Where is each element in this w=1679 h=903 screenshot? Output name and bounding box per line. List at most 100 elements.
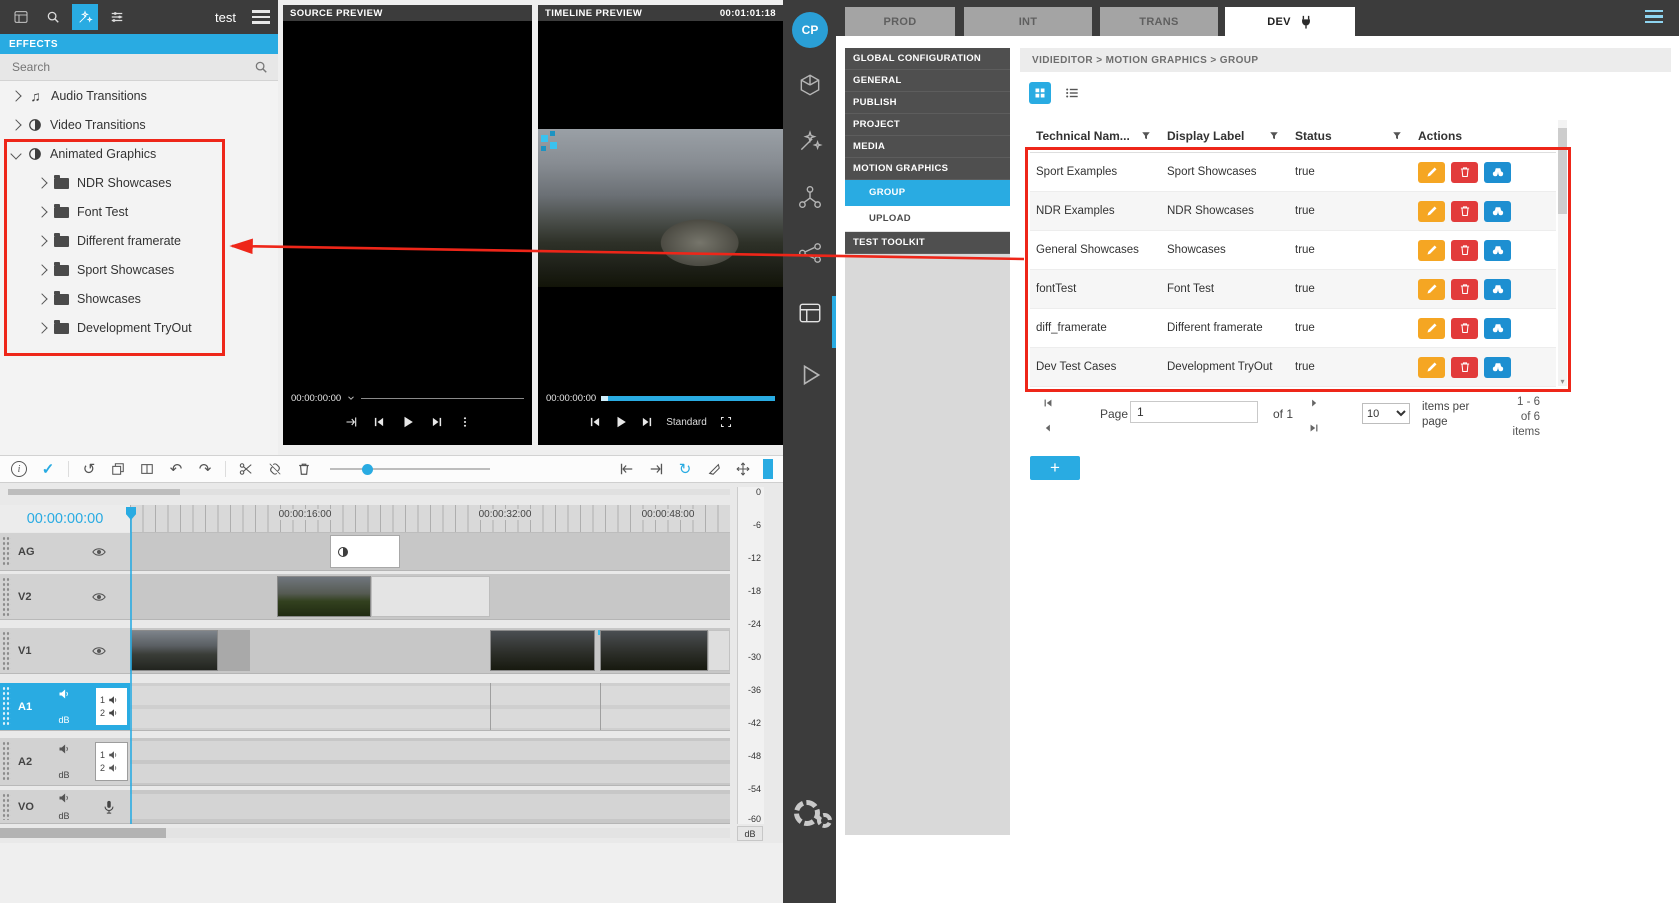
- align-right-icon[interactable]: [647, 460, 665, 478]
- play-icon[interactable]: [614, 415, 628, 429]
- tab-int[interactable]: INT: [964, 7, 1092, 36]
- track-header-v1[interactable]: V1: [0, 628, 130, 674]
- drag-handle-icon[interactable]: [2, 577, 11, 616]
- skip-end-icon[interactable]: [641, 416, 653, 428]
- trash-icon[interactable]: [295, 460, 313, 478]
- delete-button[interactable]: [1451, 240, 1478, 261]
- track-content-a2[interactable]: [130, 738, 730, 786]
- player-icon[interactable]: [797, 362, 823, 388]
- nav-media[interactable]: MEDIA: [845, 136, 1010, 158]
- speaker-icon[interactable]: [58, 688, 70, 700]
- nav-publish[interactable]: PUBLISH: [845, 92, 1010, 114]
- filter-funnel-icon[interactable]: [1392, 131, 1402, 141]
- nav-motion-graphics[interactable]: MOTION GRAPHICS: [845, 158, 1010, 180]
- column-header-status[interactable]: Status: [1289, 129, 1412, 143]
- effects-tool-icon[interactable]: [72, 4, 98, 30]
- assets-cube-icon[interactable]: [797, 72, 823, 98]
- tree-item-audio-transitions[interactable]: ♫ Audio Transitions: [0, 81, 278, 110]
- table-row[interactable]: General Showcases Showcases true: [1030, 231, 1556, 270]
- channel-box[interactable]: 1 2: [95, 742, 128, 781]
- chevron-right-icon[interactable]: [10, 119, 21, 130]
- edit-button[interactable]: [1418, 318, 1445, 339]
- redo-icon[interactable]: ↷: [196, 460, 214, 478]
- nav-upload[interactable]: UPLOAD: [845, 206, 1010, 232]
- nav-group[interactable]: GROUP: [845, 180, 1010, 206]
- grid-view-button[interactable]: [1029, 82, 1051, 104]
- timeline-preview-progress-bar[interactable]: [601, 396, 775, 401]
- sliders-icon[interactable]: [104, 4, 130, 30]
- flow-icon[interactable]: [797, 240, 823, 266]
- delete-button[interactable]: [1451, 201, 1478, 222]
- chevron-right-icon[interactable]: [36, 206, 47, 217]
- play-icon[interactable]: [401, 415, 415, 429]
- chevron-down-icon[interactable]: [10, 148, 21, 159]
- table-row[interactable]: fontTest Font Test true: [1030, 270, 1556, 309]
- drag-handle-icon[interactable]: [2, 536, 11, 567]
- track-header-ag[interactable]: AG: [0, 533, 130, 571]
- video-clip[interactable]: [371, 576, 490, 617]
- tab-dev[interactable]: DEV: [1225, 7, 1355, 36]
- page-size-select[interactable]: 10: [1362, 403, 1410, 424]
- edit-button[interactable]: [1418, 279, 1445, 300]
- drag-handle-icon[interactable]: [2, 741, 11, 782]
- delete-button[interactable]: [1451, 318, 1478, 339]
- microphone-icon[interactable]: [102, 800, 116, 814]
- nav-test-toolkit[interactable]: TEST TOOLKIT: [845, 232, 1010, 254]
- track-header-vo[interactable]: VO dB: [0, 790, 130, 824]
- undo-icon[interactable]: ↶: [167, 460, 185, 478]
- first-page-button[interactable]: [1040, 395, 1056, 411]
- track-header-v2[interactable]: V2: [0, 574, 130, 620]
- timeline-ruler[interactable]: 00:00:16:00 00:00:32:00 00:00:48:00: [130, 505, 730, 533]
- validate-check-icon[interactable]: ✓: [39, 460, 57, 478]
- info-icon[interactable]: i: [10, 460, 28, 478]
- razor-icon[interactable]: [705, 460, 723, 478]
- tree-item-showcases[interactable]: Showcases: [0, 284, 278, 313]
- preview-button[interactable]: [1484, 162, 1511, 183]
- last-page-button[interactable]: [1306, 420, 1322, 436]
- table-scrollbar[interactable]: ▾: [1558, 120, 1567, 386]
- speaker-icon[interactable]: [58, 743, 70, 755]
- track-header-a1[interactable]: A1 dB 1 2: [0, 683, 130, 731]
- split-view-icon[interactable]: [138, 460, 156, 478]
- track-header-a2[interactable]: A2 dB 1 2: [0, 738, 130, 786]
- search-icon[interactable]: [254, 60, 268, 74]
- edit-button[interactable]: [1418, 201, 1445, 222]
- filter-funnel-icon[interactable]: [1141, 131, 1151, 141]
- edit-button[interactable]: [1418, 162, 1445, 183]
- column-header-display-label[interactable]: Display Label: [1161, 129, 1289, 143]
- source-scrub-bar[interactable]: [361, 398, 524, 399]
- tab-trans[interactable]: TRANS: [1100, 7, 1218, 36]
- editor-panel-icon[interactable]: [797, 300, 823, 326]
- skip-start-icon[interactable]: [589, 416, 601, 428]
- preview-button[interactable]: [1484, 279, 1511, 300]
- graphics-clip[interactable]: [330, 535, 400, 568]
- table-row[interactable]: NDR Examples NDR Showcases true: [1030, 192, 1556, 231]
- tree-item-animated-graphics[interactable]: Animated Graphics: [0, 139, 278, 168]
- move-icon[interactable]: [734, 460, 752, 478]
- admin-menu-icon[interactable]: [1645, 10, 1663, 23]
- add-group-button[interactable]: +: [1030, 456, 1080, 480]
- track-content-v2[interactable]: [130, 574, 730, 620]
- tree-item-sport-showcases[interactable]: Sport Showcases: [0, 255, 278, 284]
- tree-item-font-test[interactable]: Font Test: [0, 197, 278, 226]
- visibility-eye-icon[interactable]: [92, 545, 106, 559]
- preview-button[interactable]: [1484, 318, 1511, 339]
- table-row[interactable]: Sport Examples Sport Showcases true: [1030, 153, 1556, 192]
- video-clip[interactable]: [277, 576, 371, 617]
- video-clip[interactable]: [130, 630, 218, 671]
- chevron-right-icon[interactable]: [36, 264, 47, 275]
- skip-end-icon[interactable]: [431, 416, 443, 428]
- nav-global-configuration[interactable]: GLOBAL CONFIGURATION: [845, 48, 1010, 70]
- skip-start-icon[interactable]: [373, 416, 385, 428]
- channel-box[interactable]: 1 2: [95, 687, 128, 726]
- timeline-horizontal-scrollbar[interactable]: [0, 828, 730, 838]
- track-content-ag[interactable]: [130, 533, 730, 571]
- drag-handle-icon[interactable]: [2, 631, 11, 670]
- node-graph-icon[interactable]: [797, 184, 823, 210]
- table-row[interactable]: diff_framerate Different framerate true: [1030, 309, 1556, 348]
- delete-button[interactable]: [1451, 162, 1478, 183]
- quality-selector[interactable]: Standard: [666, 417, 707, 428]
- next-page-button[interactable]: [1306, 395, 1322, 411]
- chevron-down-icon[interactable]: [346, 393, 356, 403]
- scissors-icon[interactable]: [237, 460, 255, 478]
